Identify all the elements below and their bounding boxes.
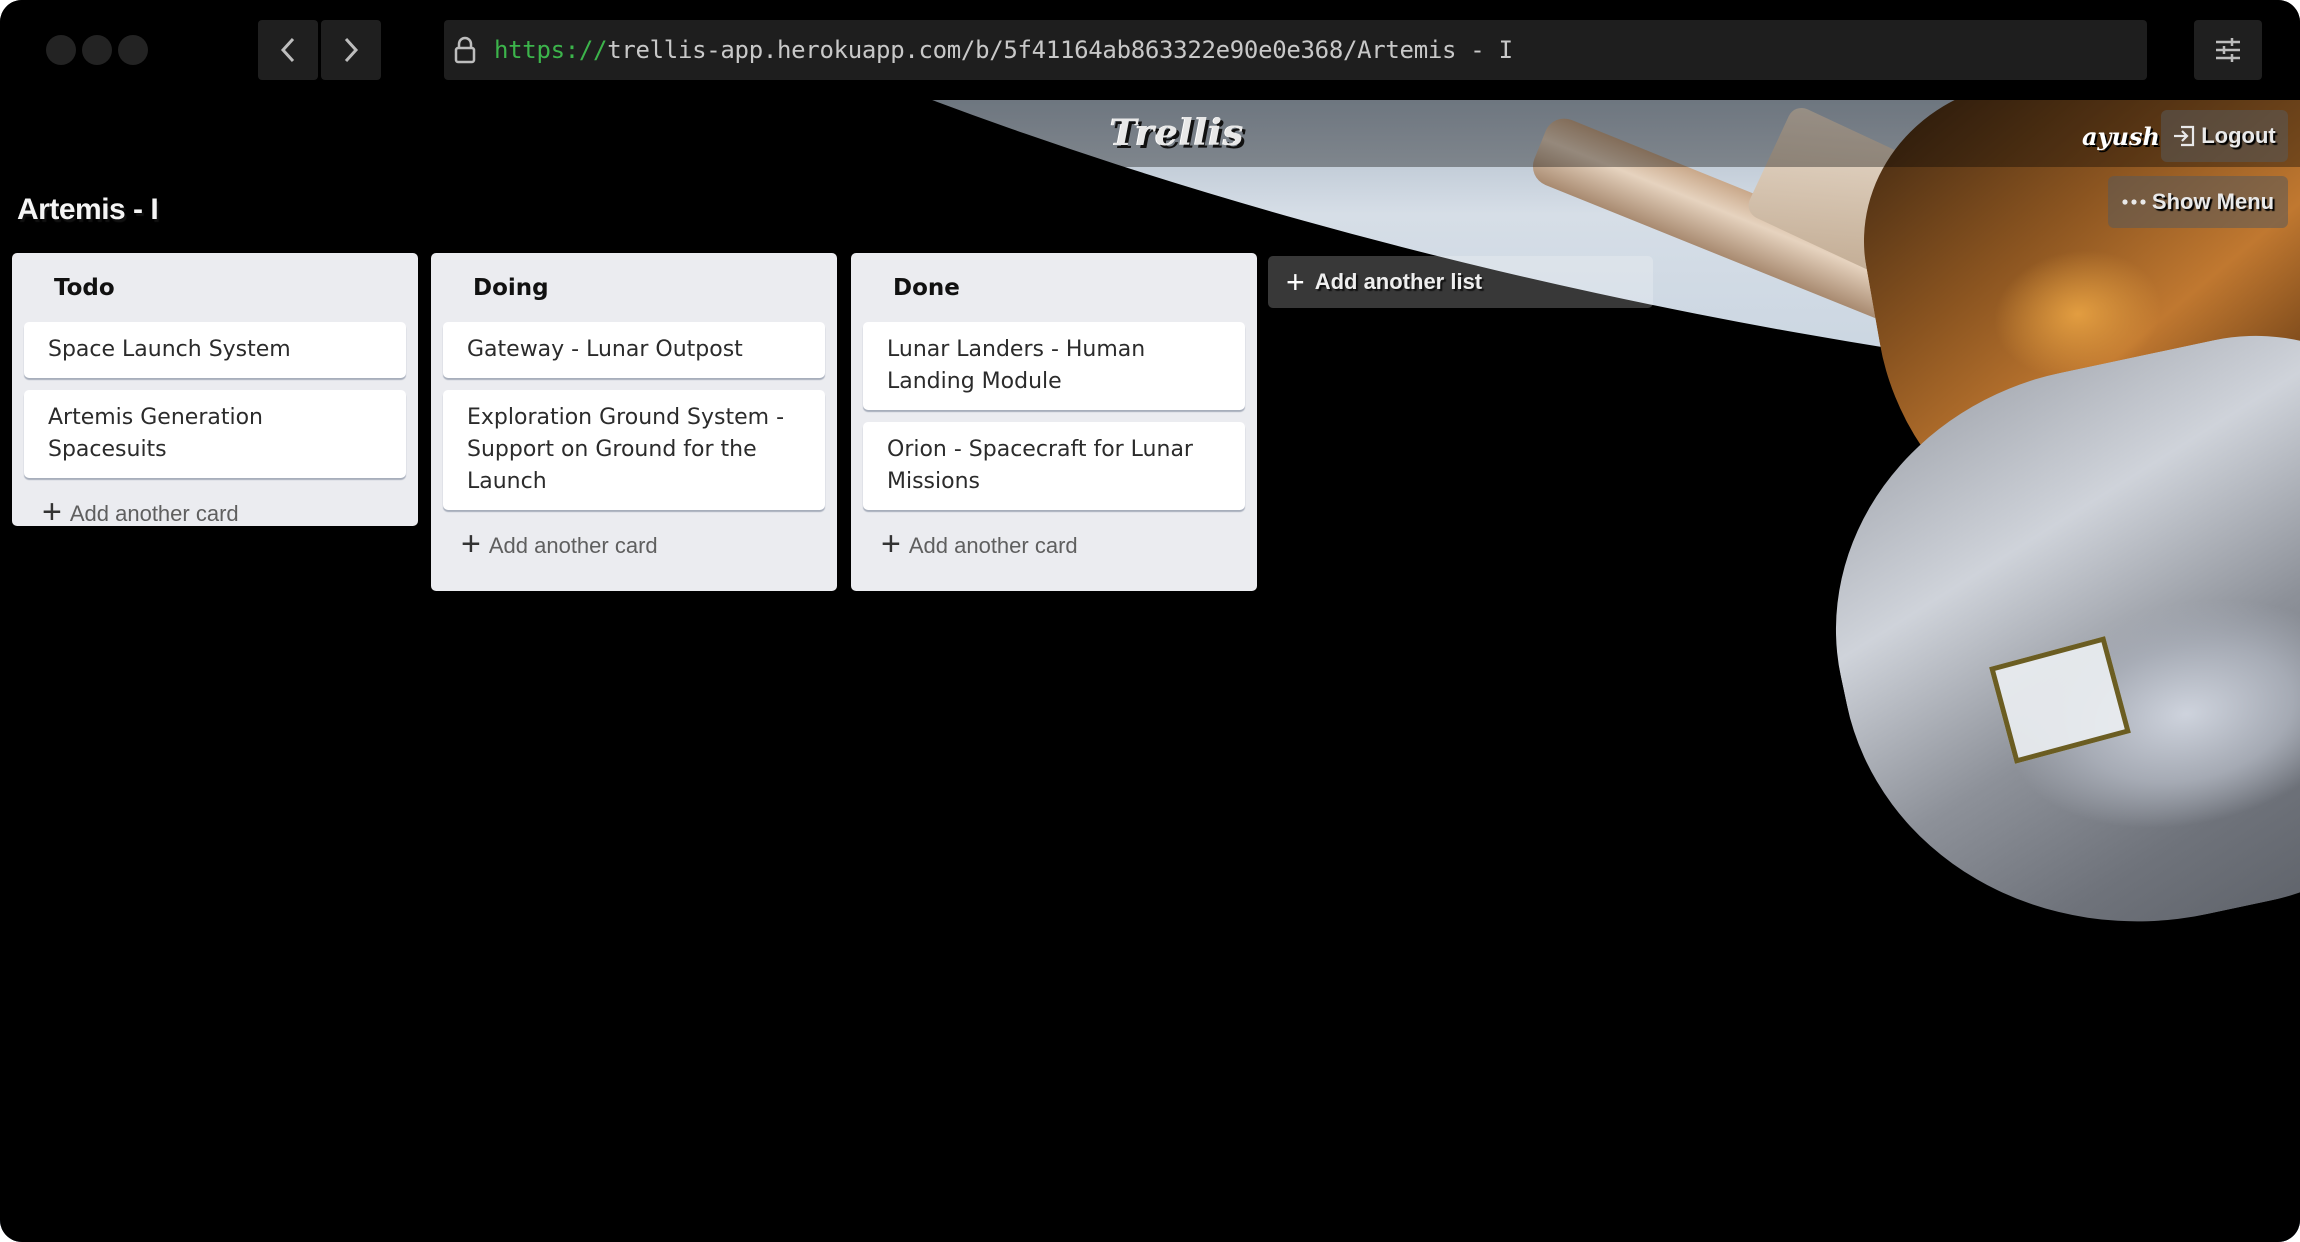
list-todo: Todo Space Launch System Artemis Generat… xyxy=(12,253,418,531)
address-bar[interactable]: https://trellis-app.herokuapp.com/b/5f41… xyxy=(444,20,2147,80)
username: ayush xyxy=(2082,122,2160,151)
add-card-button[interactable]: + Add another card xyxy=(863,525,1245,563)
add-card-button[interactable]: + Add another card xyxy=(24,493,406,531)
plus-icon: + xyxy=(461,525,481,563)
plus-icon: + xyxy=(1286,263,1305,300)
card[interactable]: Exploration Ground System - Support on G… xyxy=(443,390,825,510)
plus-icon: + xyxy=(881,525,901,563)
list-title[interactable]: Todo xyxy=(24,253,406,322)
chevron-right-icon xyxy=(344,37,359,63)
browser-toolbar: https://trellis-app.herokuapp.com/b/5f41… xyxy=(0,0,2300,100)
back-button[interactable] xyxy=(258,20,318,80)
plus-icon: + xyxy=(42,493,62,531)
forward-button[interactable] xyxy=(321,20,381,80)
list-doing: Doing Gateway - Lunar Outpost Exploratio… xyxy=(431,253,837,591)
list-title[interactable]: Doing xyxy=(443,253,825,322)
list-title[interactable]: Done xyxy=(863,253,1245,322)
show-menu-label: Show Menu xyxy=(2151,189,2275,214)
browser-window: https://trellis-app.herokuapp.com/b/5f41… xyxy=(0,0,2300,1242)
sliders-icon xyxy=(2216,38,2240,62)
window-maximize-dot[interactable] xyxy=(118,35,148,65)
sign-out-icon xyxy=(2174,125,2195,147)
show-menu-button[interactable]: Show Menu xyxy=(2108,176,2288,228)
card[interactable]: Space Launch System xyxy=(24,322,406,378)
chevron-left-icon xyxy=(280,37,295,63)
board-title[interactable]: Artemis - I xyxy=(17,193,159,227)
app-header: Trellis ayush Logout xyxy=(0,100,2300,167)
window-close-dot[interactable] xyxy=(46,35,76,65)
lock-icon xyxy=(454,35,480,65)
trellis-page: Trellis ayush Logout Show Menu Artemis -… xyxy=(0,100,2300,1242)
add-card-label: Add another card xyxy=(488,532,658,558)
add-list-button[interactable]: + Add another list xyxy=(1268,256,1653,308)
ellipsis-icon xyxy=(2122,199,2146,205)
trellis-logo[interactable]: Trellis xyxy=(1110,112,1244,154)
card[interactable]: Gateway - Lunar Outpost xyxy=(443,322,825,378)
settings-button[interactable] xyxy=(2194,20,2262,80)
card[interactable]: Orion - Spacecraft for Lunar Missions xyxy=(863,422,1245,510)
card[interactable]: Lunar Landers - Human Landing Module xyxy=(863,322,1245,410)
add-card-label: Add another card xyxy=(69,500,239,526)
add-card-button[interactable]: + Add another card xyxy=(443,525,825,563)
logout-button[interactable]: Logout xyxy=(2161,110,2288,162)
card[interactable]: Artemis Generation Spacesuits xyxy=(24,390,406,478)
list-done: Done Lunar Landers - Human Landing Modul… xyxy=(851,253,1257,591)
logout-label: Logout xyxy=(2201,123,2276,148)
window-minimize-dot[interactable] xyxy=(82,35,112,65)
url-scheme: https:// xyxy=(494,36,608,64)
url-text: trellis-app.herokuapp.com/b/5f41164ab863… xyxy=(607,36,1513,64)
add-card-label: Add another card xyxy=(908,532,1078,558)
add-list-label: Add another list xyxy=(1314,269,1483,294)
